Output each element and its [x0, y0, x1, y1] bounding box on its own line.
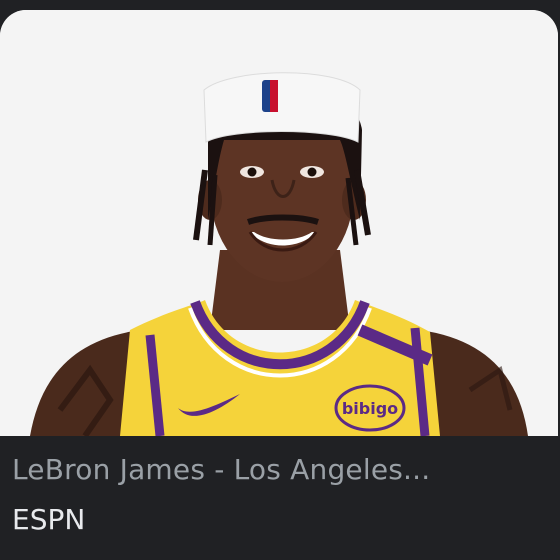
jersey-sponsor-text: bibigo	[342, 399, 398, 418]
result-title[interactable]: LeBron James - Los Angeles...	[12, 452, 552, 488]
result-source[interactable]: ESPN	[12, 502, 85, 538]
player-headshot-image[interactable]: bibigo	[0, 10, 558, 436]
player-photo-illustration: bibigo	[0, 10, 558, 436]
image-result-card[interactable]: bibigo LeBron James - Los Angeles... ESP…	[0, 0, 560, 560]
